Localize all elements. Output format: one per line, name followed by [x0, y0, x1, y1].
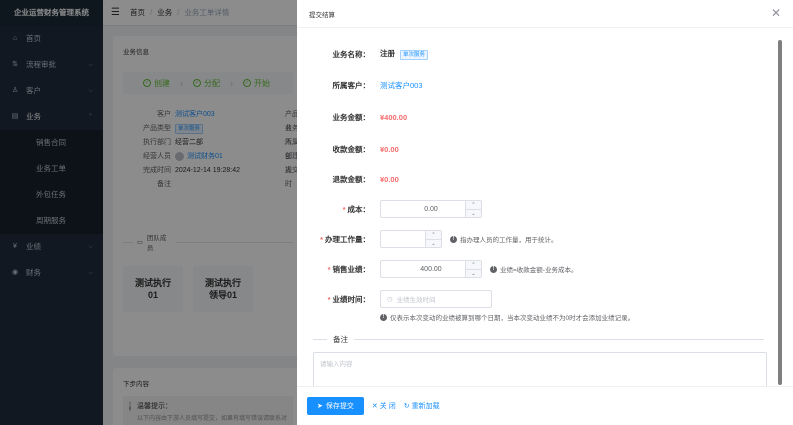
field-time-hint: ! 仅表示本次变动的业绩被算到哪个日期，当本次变动业绩不为0时才会添加业绩记录。 [297, 312, 767, 322]
increase-icon[interactable]: ⌃ [466, 261, 481, 270]
field-refund: 退款金额： ¥0.00 [332, 175, 399, 184]
info-icon: ! [490, 265, 497, 273]
save-submit-button[interactable]: ➤ 保存提交 [307, 397, 364, 415]
send-icon: ➤ [317, 403, 323, 410]
sales-hint: ! 业绩=收款金额-业务成本。 [490, 264, 577, 274]
sales-input[interactable]: 400.00 ⌃ ⌄ [380, 260, 482, 278]
field-workload: * 办理工作量： ⌃ ⌄ ! 指办理人员的工作量，用于统计。 [320, 230, 558, 248]
customer-link[interactable]: 测试客户003 [380, 80, 423, 91]
refresh-icon: ↻ [403, 403, 410, 410]
clock-icon: ◷ [387, 296, 393, 303]
field-customer: 所属客户： 测试客户003 [332, 80, 423, 91]
decrease-icon[interactable]: ⌄ [426, 240, 441, 248]
field-biz-name: 业务名称： 注册 单次服务 [297, 48, 767, 60]
info-icon: ! [380, 313, 387, 321]
time-hint: ! 仅表示本次变动的业绩被算到哪个日期，当本次变动业绩不为0时才会添加业绩记录。 [380, 312, 634, 322]
field-received: 收款金额： ¥0.00 [332, 145, 399, 154]
remark-divider: 备注 [313, 334, 767, 345]
submit-settlement-drawer: 提交结算 ✕ 业务名称： 注册 单次服务 所属客户： 测试客户003 业务金额： … [297, 0, 793, 425]
increase-icon[interactable]: ⌃ [466, 201, 481, 210]
workload-hint: ! 指办理人员的工作量，用于统计。 [450, 234, 558, 244]
decrease-icon[interactable]: ⌄ [466, 270, 481, 278]
perf-time-picker[interactable]: ◷ 业绩生效时间 [380, 290, 492, 308]
field-sales: * 销售业绩： 400.00 ⌃ ⌄ ! 业绩=收款金额-业务成本。 [327, 260, 578, 278]
workload-input[interactable]: ⌃ ⌄ [380, 230, 442, 248]
reload-button[interactable]: ↻ 重新加载 [404, 401, 440, 411]
close-icon: ✕ [371, 403, 378, 410]
service-type-badge: 单次服务 [400, 50, 429, 60]
scrollbar[interactable] [778, 40, 782, 385]
increase-icon[interactable]: ⌃ [426, 231, 441, 240]
remark-textarea[interactable]: 请输入内容 [313, 352, 767, 386]
close-icon[interactable]: ✕ [771, 7, 781, 19]
cost-input[interactable]: 0.00 ⌃ ⌄ [380, 200, 482, 218]
field-biz-amount: 业务金额： ¥400.00 [332, 113, 408, 122]
field-cost: * 成本： 0.00 ⌃ ⌄ [297, 200, 767, 218]
drawer-title: 提交结算 [297, 0, 793, 28]
info-icon: ! [450, 235, 457, 243]
close-button[interactable]: ✕ 关 闭 [372, 401, 396, 411]
drawer-footer: ➤ 保存提交 ✕ 关 闭 ↻ 重新加载 [297, 386, 793, 425]
decrease-icon[interactable]: ⌄ [466, 210, 481, 218]
field-time: * 业绩时间： ◷ 业绩生效时间 [297, 290, 767, 308]
drawer-body: 业务名称： 注册 单次服务 所属客户： 测试客户003 业务金额： ¥400.00… [297, 28, 779, 386]
